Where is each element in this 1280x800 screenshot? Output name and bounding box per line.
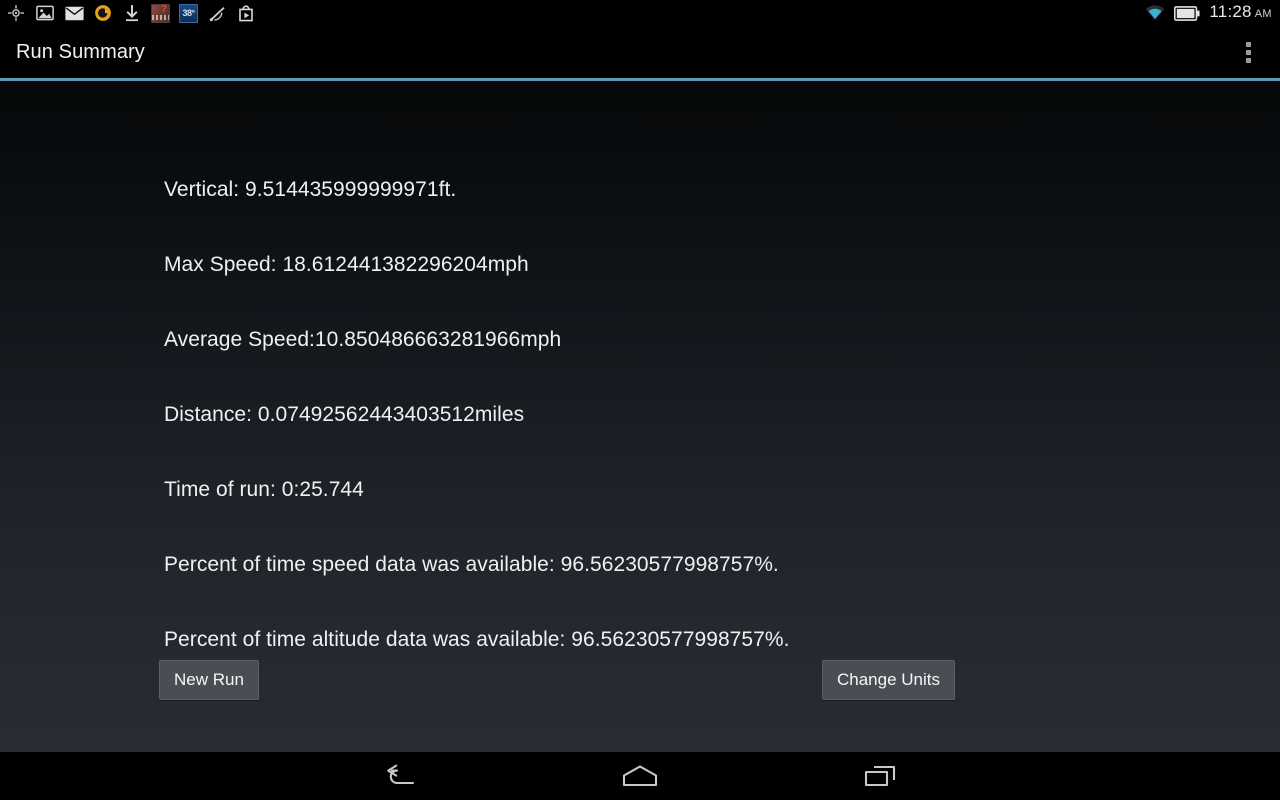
clock-time: 11:28 (1209, 2, 1252, 21)
main-content: Vertical: 9.514435999999971ft. Max Speed… (0, 81, 1280, 752)
news-icon (151, 3, 170, 23)
app-update-icon (93, 3, 113, 23)
stat-speed-data-availability: Percent of time speed data was available… (164, 553, 779, 576)
change-units-button[interactable]: Change Units (822, 660, 956, 700)
wifi-icon (1145, 3, 1165, 23)
system-navigation-bar (0, 752, 1280, 800)
overflow-dot (1245, 41, 1251, 47)
clock-meridiem: AM (1254, 8, 1272, 20)
new-run-button[interactable]: New Run (159, 660, 259, 700)
stat-distance: Distance: 0.07492562443403512miles (164, 403, 525, 426)
status-bar-system-icons[interactable]: 11:28 AM (1145, 0, 1272, 26)
download-icon (122, 3, 142, 23)
android-screen: 38° (0, 0, 1280, 800)
status-bar-clock: 11:28 AM (1209, 0, 1272, 27)
stat-vertical: Vertical: 9.514435999999971ft. (164, 178, 457, 201)
recents-icon[interactable] (849, 752, 911, 800)
play-store-icon (236, 3, 256, 23)
screenshot-image-icon (35, 3, 55, 23)
stat-time-of-run: Time of run: 0:25.744 (164, 478, 364, 501)
page-title: Run Summary (16, 40, 145, 63)
status-bar[interactable]: 38° (0, 0, 1280, 26)
gps-location-icon (6, 3, 26, 23)
overflow-dot (1245, 49, 1251, 55)
home-icon[interactable] (609, 752, 671, 800)
stat-average-speed: Average Speed:10.850486663281966mph (164, 328, 562, 351)
overflow-dot (1245, 57, 1251, 63)
battery-icon (1174, 3, 1200, 23)
overflow-menu-icon[interactable] (1237, 30, 1259, 74)
status-bar-notification-icons[interactable]: 38° (6, 0, 256, 26)
stat-max-speed: Max Speed: 18.612441382296204mph (164, 253, 529, 276)
action-bar: Run Summary (0, 26, 1280, 78)
stat-altitude-data-availability: Percent of time altitude data was availa… (164, 628, 790, 651)
email-icon (64, 3, 84, 23)
weather-icon: 38° (179, 3, 198, 23)
back-icon[interactable] (369, 752, 431, 800)
network-signal-icon (207, 3, 227, 23)
run-summary-stats: Vertical: 9.514435999999971ft. Max Speed… (164, 127, 789, 702)
